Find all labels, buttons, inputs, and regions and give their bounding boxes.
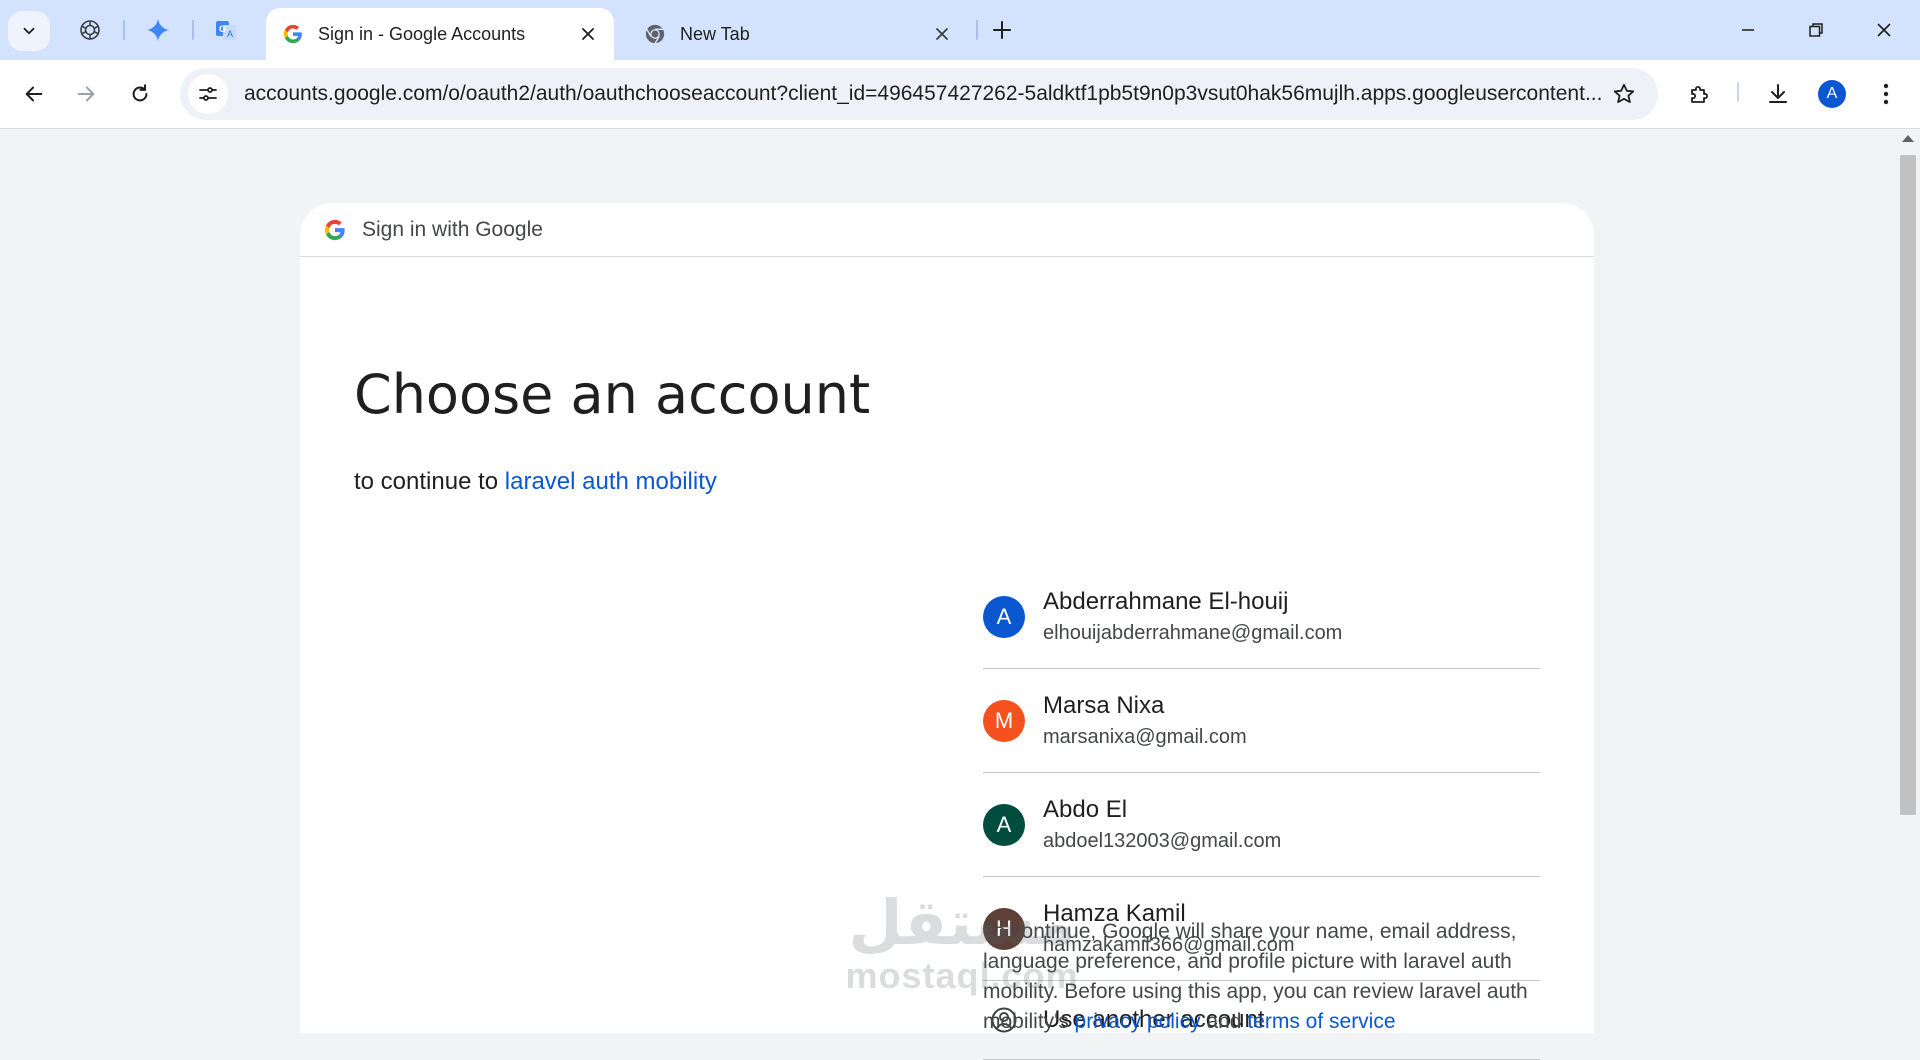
reload-button[interactable] (120, 74, 160, 114)
terms-of-service-link[interactable]: terms of service (1247, 1010, 1395, 1033)
watermark: مستقل mostaql.com (842, 888, 1082, 994)
bookmark-star-icon[interactable] (1602, 72, 1646, 116)
tab-new-tab[interactable]: New Tab (628, 8, 968, 60)
tab-sign-in[interactable]: Sign in - Google Accounts (266, 8, 614, 60)
reload-icon (129, 83, 151, 105)
menu-button[interactable] (1866, 74, 1906, 114)
minimize-icon (1740, 22, 1756, 38)
svg-text:G: G (219, 24, 226, 34)
chrome-icon (644, 23, 666, 45)
download-icon (1766, 82, 1790, 106)
continue-subtitle: to continue to laravel auth mobility (354, 468, 717, 496)
avatar: M (983, 699, 1025, 742)
close-icon[interactable] (930, 22, 954, 46)
tab-search-button[interactable] (8, 11, 50, 51)
avatar: A (983, 803, 1025, 846)
forward-button[interactable] (66, 74, 106, 114)
account-item[interactable]: A Abderrahmane El-houij elhouijabderrahm… (983, 565, 1540, 669)
privacy-policy-link[interactable]: privacy policy (1075, 1010, 1201, 1033)
notice-tail: mobility's (983, 1010, 1069, 1033)
close-icon (1876, 22, 1892, 38)
google-g-icon (282, 23, 304, 45)
account-name: Abdo El (1043, 795, 1128, 823)
watermark-arabic: مستقل (848, 886, 1076, 959)
scroll-up-arrow-icon[interactable] (1902, 135, 1914, 142)
pinned-tab-gemini[interactable] (138, 12, 178, 48)
account-item[interactable]: A Abdo El abdoel132003@gmail.com (983, 773, 1540, 877)
downloads-button[interactable] (1758, 74, 1798, 114)
page-title: Choose an account (354, 363, 871, 426)
avatar: A (983, 595, 1025, 638)
tab-strip: GA Sign in - Google Accounts New Tab (0, 0, 1920, 60)
restore-icon (1808, 22, 1824, 38)
close-window-button[interactable] (1860, 10, 1908, 50)
plus-icon (992, 20, 1012, 40)
browser-toolbar: accounts.google.com/o/oauth2/auth/oauthc… (0, 60, 1920, 129)
notice-and: and (1206, 1010, 1242, 1033)
pinned-tab-translate[interactable]: GA (206, 12, 246, 48)
arrow-right-icon (75, 83, 97, 105)
scrollbar-thumb[interactable] (1900, 155, 1916, 815)
tab-separator (123, 20, 125, 40)
extensions-button[interactable] (1680, 74, 1720, 114)
account-email: abdoel132003@gmail.com (1043, 829, 1282, 852)
gemini-icon (146, 18, 170, 42)
page-scrollbar[interactable] (1896, 129, 1920, 1020)
google-g-icon (324, 219, 346, 241)
profile-avatar[interactable]: A (1818, 80, 1846, 108)
pinned-tab-chatgpt[interactable] (70, 12, 110, 48)
account-item[interactable]: M Marsa Nixa marsanixa@gmail.com (983, 669, 1540, 773)
new-tab-button[interactable] (986, 14, 1018, 46)
address-bar[interactable]: accounts.google.com/o/oauth2/auth/oauthc… (180, 68, 1658, 120)
svg-text:A: A (227, 29, 233, 39)
tune-icon (198, 84, 218, 104)
puzzle-piece-icon (1688, 82, 1712, 106)
card-header: Sign in with Google (300, 203, 1594, 257)
account-email: elhouijabderrahmane@gmail.com (1043, 621, 1343, 644)
watermark-latin: mostaql.com (845, 955, 1079, 996)
app-name-link[interactable]: laravel auth mobility (505, 468, 717, 495)
minimize-button[interactable] (1724, 10, 1772, 50)
more-vert-icon (1883, 83, 1889, 105)
close-icon[interactable] (576, 22, 600, 46)
chevron-down-icon (20, 22, 38, 40)
tab-title: New Tab (680, 23, 750, 44)
chatgpt-icon (78, 18, 102, 42)
account-name: Abderrahmane El-houij (1043, 587, 1289, 615)
tab-separator (976, 20, 978, 40)
google-translate-icon: GA (214, 18, 238, 42)
back-button[interactable] (14, 74, 54, 114)
tab-title: Sign in - Google Accounts (318, 23, 526, 44)
restore-button[interactable] (1792, 10, 1840, 50)
arrow-left-icon (23, 83, 45, 105)
tab-separator (192, 20, 194, 40)
account-name: Marsa Nixa (1043, 691, 1165, 719)
toolbar-separator (1737, 82, 1739, 102)
card-header-title: Sign in with Google (362, 217, 543, 241)
url-text[interactable]: accounts.google.com/o/oauth2/auth/oauthc… (244, 82, 1602, 106)
continue-prefix: to continue to (354, 468, 499, 495)
account-email: marsanixa@gmail.com (1043, 725, 1247, 748)
site-info-button[interactable] (188, 74, 228, 114)
